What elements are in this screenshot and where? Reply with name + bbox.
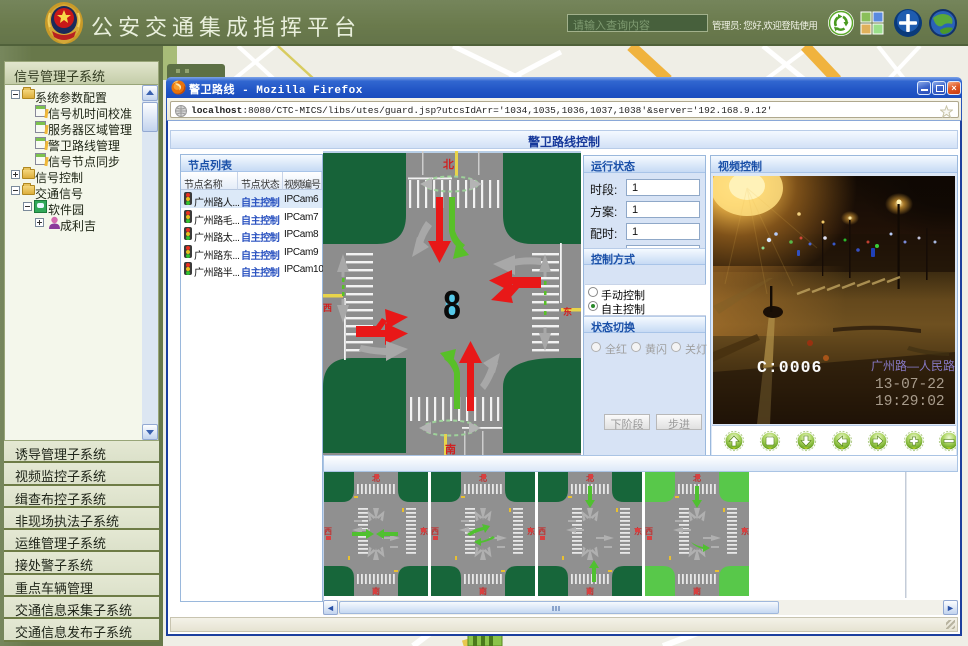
svg-text:8: 8	[443, 282, 461, 327]
svg-text:广州路—人民路: 广州路—人民路	[871, 358, 955, 373]
svg-text:C:0006: C:0006	[757, 358, 822, 377]
svg-text:13-07-22: 13-07-22	[875, 377, 945, 393]
svg-text:南: 南	[445, 442, 456, 455]
svg-text:西: 西	[323, 303, 332, 313]
svg-text:东: 东	[563, 306, 572, 317]
svg-text:19:29:02: 19:29:02	[875, 394, 945, 410]
svg-text:北: 北	[443, 157, 454, 171]
